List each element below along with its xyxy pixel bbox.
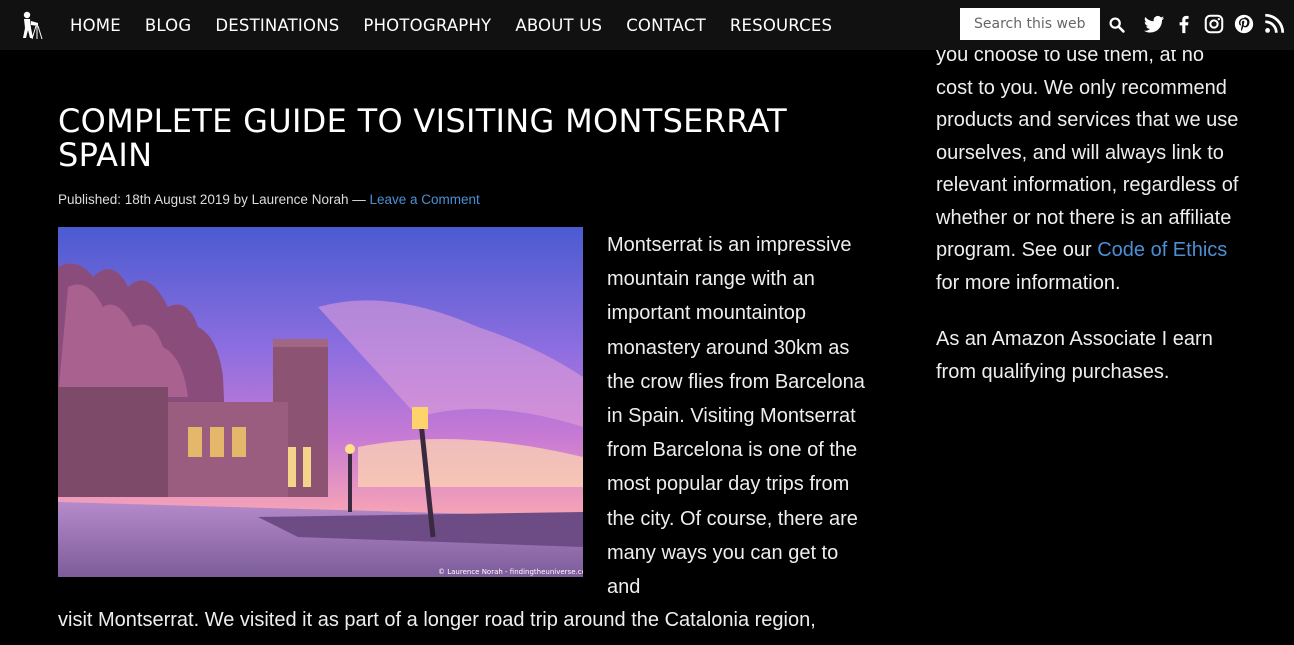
intro-paragraph: Montserrat is an impressive mountain ran… (607, 234, 865, 599)
photographer-logo-icon[interactable] (18, 10, 44, 40)
leave-comment-link[interactable]: Leave a Comment (369, 192, 479, 207)
top-navigation-bar: HOME BLOG DESTINATIONS PHOTOGRAPHY ABOUT… (0, 0, 1294, 50)
montserrat-monastery-photo: © Laurence Norah - findingtheuniverse.co… (58, 227, 583, 577)
nav-destinations-link[interactable]: DESTINATIONS (215, 16, 339, 35)
main-menu: HOME BLOG DESTINATIONS PHOTOGRAPHY ABOUT… (58, 0, 844, 50)
nav-contact-link[interactable]: CONTACT (626, 16, 706, 35)
published-info: Published: 18th August 2019 by Laurence … (58, 192, 370, 207)
pinterest-icon[interactable] (1233, 13, 1255, 35)
nav-blog-link[interactable]: BLOG (145, 16, 192, 35)
nav-photography-link[interactable]: PHOTOGRAPHY (363, 16, 491, 35)
amazon-associate-note: As an Amazon Associate I earn from quali… (936, 328, 1213, 383)
intro-paragraph-continued: visit Montserrat. We visited it as part … (58, 609, 816, 631)
facebook-icon[interactable] (1173, 13, 1195, 35)
sidebar-disclosure: you choose to use them, at no cost to yo… (936, 39, 1246, 412)
nav-about-us-link[interactable]: ABOUT US (515, 16, 602, 35)
disclosure-text: you choose to use them, at no cost to yo… (936, 44, 1239, 261)
rss-icon[interactable] (1263, 13, 1285, 35)
nav-resources-link[interactable]: RESOURCES (730, 16, 832, 35)
twitter-icon[interactable] (1143, 13, 1165, 35)
article-title: COMPLETE GUIDE TO VISITING MONTSERRAT SP… (58, 102, 788, 174)
search-icon[interactable] (1106, 14, 1128, 36)
code-of-ethics-link[interactable]: Code of Ethics (1097, 239, 1227, 261)
article-meta: Published: 18th August 2019 by Laurence … (58, 192, 480, 207)
disclosure-suffix: for more information. (936, 271, 1121, 294)
affiliate-disclosure: you choose to use them, at no cost to yo… (936, 39, 1246, 299)
nav-home-link[interactable]: HOME (70, 16, 121, 35)
search-input[interactable] (960, 8, 1100, 40)
image-credit: © Laurence Norah - findingtheuniverse.co… (438, 568, 583, 576)
instagram-icon[interactable] (1203, 13, 1225, 35)
